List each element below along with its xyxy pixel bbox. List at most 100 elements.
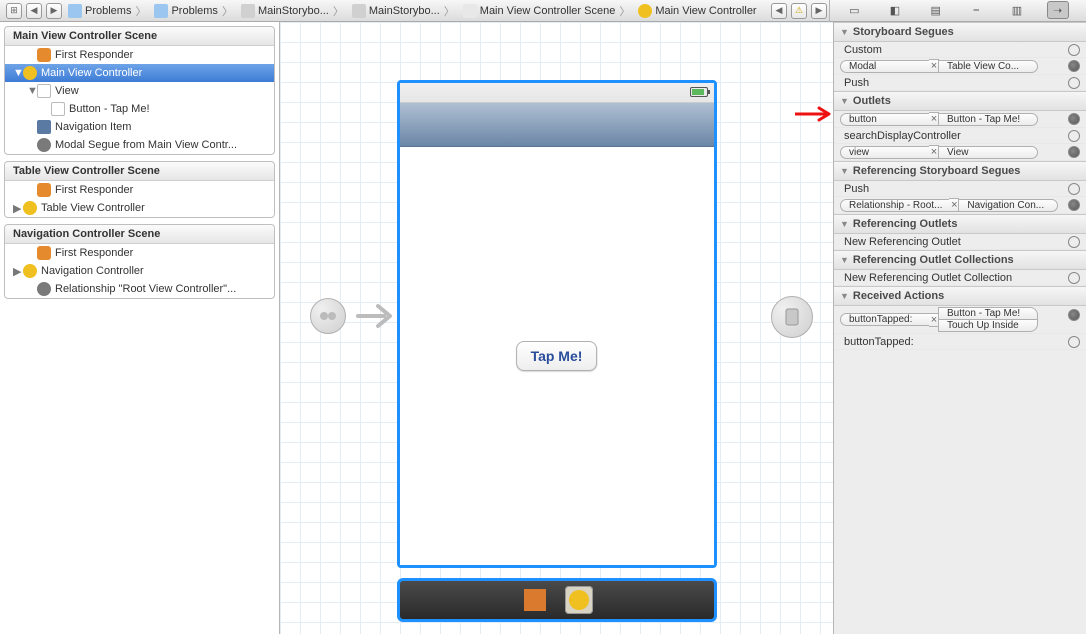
connection-socket-icon[interactable] bbox=[1068, 336, 1080, 348]
inspector-connection-row[interactable]: Push bbox=[834, 75, 1086, 91]
connection-dest-pill[interactable]: Button - Tap Me! bbox=[938, 113, 1038, 126]
inspector-section-header[interactable]: ▼Referencing Outlet Collections bbox=[834, 251, 1086, 270]
outline-scene-panel: Navigation Controller SceneFirst Respond… bbox=[4, 224, 275, 299]
connection-socket-icon[interactable] bbox=[1068, 130, 1080, 142]
outline-item-icon bbox=[37, 282, 51, 296]
breadcrumb-icon bbox=[638, 4, 652, 18]
outline-row[interactable]: First Responder bbox=[5, 181, 274, 199]
connection-source-pill[interactable]: button bbox=[840, 113, 930, 126]
connection-dest-pill[interactable]: Navigation Con... bbox=[958, 199, 1058, 212]
connection-label: New Referencing Outlet Collection bbox=[840, 272, 1064, 284]
document-outline: Main View Controller SceneFirst Responde… bbox=[0, 22, 280, 634]
connection-label: Custom bbox=[840, 44, 1064, 56]
segue-entry-node[interactable] bbox=[310, 298, 346, 334]
inspector-section-header[interactable]: ▼Outlets bbox=[834, 92, 1086, 111]
inspector-connection-row[interactable]: Modal×Table View Co... bbox=[834, 58, 1086, 75]
outline-row[interactable]: Navigation Item bbox=[5, 118, 274, 136]
attributes-inspector-tab[interactable]: ⎯ bbox=[965, 1, 987, 19]
breadcrumb-item[interactable]: Main View Controller Scene〉 bbox=[459, 3, 635, 19]
navigation-bar[interactable] bbox=[400, 103, 714, 147]
outline-row[interactable]: First Responder bbox=[5, 46, 274, 64]
outline-item-label: Button - Tap Me! bbox=[69, 103, 150, 115]
inspector-connection-row[interactable]: Push bbox=[834, 181, 1086, 197]
quick-help-tab[interactable]: ◧ bbox=[884, 1, 906, 19]
inspector-connection-row[interactable]: searchDisplayController bbox=[834, 128, 1086, 144]
breadcrumb-prev-button[interactable]: ◀ bbox=[771, 3, 787, 19]
outline-row[interactable]: ▶Navigation Controller bbox=[5, 262, 274, 280]
breadcrumb-icon bbox=[352, 4, 366, 18]
connections-inspector-tab[interactable]: ➝ bbox=[1047, 1, 1069, 19]
outline-row[interactable]: ▶Table View Controller bbox=[5, 199, 274, 217]
grid-icon[interactable]: ⊞ bbox=[6, 3, 22, 19]
nav-back-button[interactable]: ◀ bbox=[26, 3, 42, 19]
status-bar bbox=[400, 83, 714, 103]
connection-dest-pill[interactable]: Button - Tap Me! bbox=[938, 307, 1038, 320]
breadcrumb-item[interactable]: MainStorybo...〉 bbox=[348, 3, 459, 19]
connection-source-pill[interactable]: buttonTapped: bbox=[840, 313, 930, 326]
inspector-connection-row[interactable]: Relationship - Root...×Navigation Con... bbox=[834, 197, 1086, 214]
breadcrumb-label: MainStorybo... bbox=[369, 5, 440, 17]
connection-source-pill[interactable]: view bbox=[840, 146, 930, 159]
connection-socket-icon[interactable] bbox=[1068, 60, 1080, 72]
outline-row[interactable]: ▼View bbox=[5, 82, 274, 100]
inspector-connection-row[interactable]: view×View bbox=[834, 144, 1086, 161]
outline-row[interactable]: ▼Main View Controller bbox=[5, 64, 274, 82]
storyboard-canvas[interactable]: Tap Me! bbox=[280, 22, 833, 634]
connection-socket-icon[interactable] bbox=[1068, 199, 1080, 211]
inspector-connection-row[interactable]: buttonTapped: bbox=[834, 334, 1086, 350]
outline-scene-header[interactable]: Main View Controller Scene bbox=[5, 27, 274, 46]
connection-socket-icon[interactable] bbox=[1068, 272, 1080, 284]
outline-item-label: Table View Controller bbox=[41, 202, 145, 214]
connection-socket-icon[interactable] bbox=[1068, 183, 1080, 195]
outline-row[interactable]: Relationship "Root View Controller"... bbox=[5, 280, 274, 298]
root-view[interactable]: Tap Me! bbox=[400, 147, 714, 565]
breadcrumb-item[interactable]: Problems〉 bbox=[150, 3, 236, 19]
inspector-connection-row[interactable]: button×Button - Tap Me! bbox=[834, 111, 1086, 128]
outline-item-icon bbox=[37, 120, 51, 134]
connection-socket-icon[interactable] bbox=[1068, 113, 1080, 125]
inspector-connection-row[interactable]: New Referencing Outlet Collection bbox=[834, 270, 1086, 286]
connection-socket-icon[interactable] bbox=[1068, 146, 1080, 158]
breadcrumb-item[interactable]: Main View Controller bbox=[634, 4, 760, 18]
inspector-connection-row[interactable]: New Referencing Outlet bbox=[834, 234, 1086, 250]
breadcrumb-label: Problems bbox=[171, 5, 217, 17]
connection-source-pill[interactable]: Modal bbox=[840, 60, 930, 73]
outline-row[interactable]: Button - Tap Me! bbox=[5, 100, 274, 118]
inspector-connection-row[interactable]: Custom bbox=[834, 42, 1086, 58]
outline-scene-header[interactable]: Table View Controller Scene bbox=[5, 162, 274, 181]
inspector-section-header[interactable]: ▼Referencing Storyboard Segues bbox=[834, 162, 1086, 181]
file-inspector-tab[interactable]: ▭ bbox=[843, 1, 865, 19]
simulated-iphone-view[interactable]: Tap Me! bbox=[397, 80, 717, 568]
outline-item-label: Navigation Controller bbox=[41, 265, 144, 277]
inspector-section-header[interactable]: ▼Referencing Outlets bbox=[834, 215, 1086, 234]
connection-socket-icon[interactable] bbox=[1068, 44, 1080, 56]
breadcrumb-next-button[interactable]: ▶ bbox=[811, 3, 827, 19]
connection-socket-icon[interactable] bbox=[1068, 236, 1080, 248]
breadcrumb-icon bbox=[154, 4, 168, 18]
outline-row[interactable]: First Responder bbox=[5, 244, 274, 262]
dock-first-responder-icon[interactable] bbox=[521, 586, 549, 614]
inspector-section-header[interactable]: ▼Storyboard Segues bbox=[834, 23, 1086, 42]
outline-scene-panel: Main View Controller SceneFirst Responde… bbox=[4, 26, 275, 155]
breadcrumb-icon bbox=[68, 4, 82, 18]
identity-inspector-tab[interactable]: ▤ bbox=[925, 1, 947, 19]
connection-source-pill[interactable]: Relationship - Root... bbox=[840, 199, 950, 212]
inspector-connection-row[interactable]: buttonTapped:×Button - Tap Me!Touch Up I… bbox=[834, 306, 1086, 334]
outline-row[interactable]: Modal Segue from Main View Contr... bbox=[5, 136, 274, 154]
breadcrumb-item[interactable]: Problems〉 bbox=[64, 3, 150, 19]
connection-dest-pill[interactable]: View bbox=[938, 146, 1038, 159]
nav-forward-button[interactable]: ▶ bbox=[46, 3, 62, 19]
breadcrumb-item[interactable]: MainStorybo...〉 bbox=[237, 3, 348, 19]
breadcrumb-icon bbox=[463, 4, 477, 18]
outline-scene-header[interactable]: Navigation Controller Scene bbox=[5, 225, 274, 244]
dock-view-controller-icon[interactable] bbox=[565, 586, 593, 614]
scene-dock[interactable] bbox=[397, 578, 717, 622]
inspector-section-header[interactable]: ▼Received Actions bbox=[834, 287, 1086, 306]
warning-icon[interactable]: ⚠ bbox=[791, 3, 807, 19]
connection-socket-icon[interactable] bbox=[1068, 309, 1080, 321]
size-inspector-tab[interactable]: ▥ bbox=[1006, 1, 1028, 19]
tap-me-button[interactable]: Tap Me! bbox=[516, 341, 598, 371]
connection-socket-icon[interactable] bbox=[1068, 77, 1080, 89]
segue-exit-node[interactable] bbox=[771, 296, 813, 338]
connection-dest-pill[interactable]: Table View Co... bbox=[938, 60, 1038, 73]
